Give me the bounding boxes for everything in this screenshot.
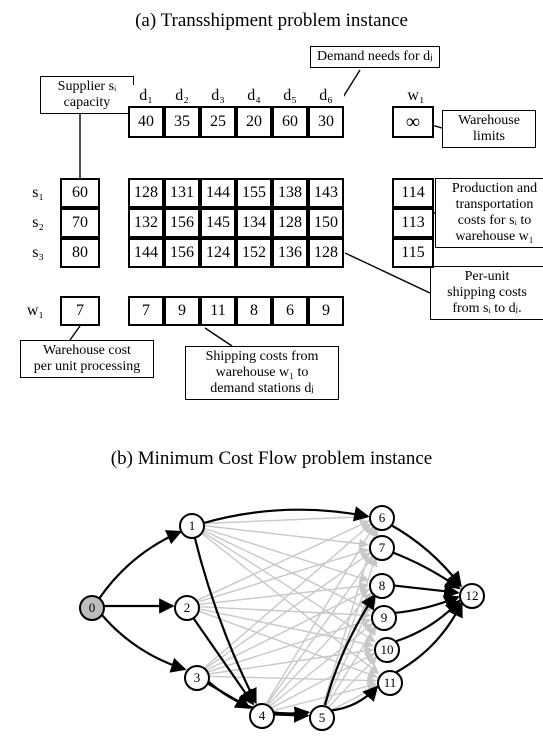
label-prod-trans: Production and transportation costs for … [435,178,543,248]
label-demand-needs: Demand needs for dⱼ [310,46,440,68]
demand-cell: 40 [128,106,164,138]
title-b: (b) Minimum Cost Flow problem instance [10,448,533,470]
cost-cell: 131 [164,178,200,208]
col-header: d₃ [200,85,236,107]
wtod-cell: 6 [272,296,308,326]
cost-cell: 128 [128,178,164,208]
cost-cell: 128 [272,208,308,238]
w-col-header: w₁ [398,85,434,107]
wtod-cell: 9 [308,296,344,326]
cost-cell: 150 [308,208,344,238]
diagram-b: 0123456789101112 [10,476,533,742]
diagram-a: Supplier sᵢ capacity Demand needs for dⱼ… [10,38,533,448]
label-w-proc: Warehouse cost per unit processing [20,340,154,378]
d-header-row: d₁ d₂ d₃ d₄ d₅ d₆ [128,85,344,107]
cost-cell: 143 [308,178,344,208]
graph-node-1: 1 [179,513,205,539]
demand-cell: 25 [200,106,236,138]
col-header: d₅ [272,85,308,107]
graph-node-10: 10 [374,637,400,663]
graph-node-2: 2 [174,595,200,621]
cost-cell: 124 [200,238,236,268]
title-a: (a) Transshipment problem instance [10,10,533,32]
cost-cell: 132 [128,208,164,238]
label-supplier-cap: Supplier sᵢ capacity [40,76,134,114]
graph-node-9: 9 [371,605,397,631]
wtod-cell: 9 [164,296,200,326]
s-rows: s₁ s₂ s₃ [22,178,50,268]
cost-cell: 145 [200,208,236,238]
cost-cell: 144 [128,238,164,268]
graph-node-7: 7 [369,535,395,561]
cost-cell: 144 [200,178,236,208]
cost-matrix: 128 131 144 155 138 143 132 156 145 134 … [128,178,344,268]
row-header: s₂ [22,208,50,238]
cost-cell: 138 [272,178,308,208]
col-header: d₄ [236,85,272,107]
cost-cell: 156 [164,238,200,268]
supply-cell: 80 [60,238,100,268]
demand-cell: 30 [308,106,344,138]
cost-cell: 156 [164,208,200,238]
col-header: d₂ [164,85,200,107]
supply-col: 60 70 80 [60,178,100,268]
demand-cell: 35 [164,106,200,138]
label-per-unit: Per-unit shipping costs from sᵢ to dⱼ. [430,266,543,320]
graph-node-11: 11 [377,670,403,696]
demand-row: 40 35 25 20 60 30 [128,106,344,138]
graph-node-12: 12 [459,583,485,609]
supply-cell: 70 [60,208,100,238]
label-w-to-d: Shipping costs from warehouse w₁ to dema… [185,346,339,400]
cost-cell: 152 [236,238,272,268]
stow-cell: 113 [392,208,434,238]
row-header: s₃ [22,238,50,268]
warehouse-limit-cell: ∞ [392,106,434,138]
graph-node-3: 3 [184,665,210,691]
graph-node-5: 5 [309,705,335,731]
label-warehouse-limits: Warehouse limits [442,110,536,148]
demand-cell: 60 [272,106,308,138]
stow-cell: 115 [392,238,434,268]
row-header: s₁ [22,178,50,208]
s-to-w-col: 114 113 115 [392,178,434,268]
graph-node-6: 6 [369,505,395,531]
wtod-cell: 8 [236,296,272,326]
cost-cell: 134 [236,208,272,238]
stow-cell: 114 [392,178,434,208]
w-row-header: w₁ [22,296,50,326]
supply-cell: 60 [60,178,100,208]
cost-cell: 155 [236,178,272,208]
graph-node-4: 4 [249,703,275,729]
w-proc-cell: 7 [60,296,100,326]
col-header: d₁ [128,85,164,107]
cost-cell: 136 [272,238,308,268]
col-header: d₆ [308,85,344,107]
demand-cell: 20 [236,106,272,138]
cost-cell: 128 [308,238,344,268]
graph-node-0: 0 [79,595,105,621]
w-to-d-row: 7 9 11 8 6 9 [128,296,344,326]
graph-node-8: 8 [369,573,395,599]
wtod-cell: 7 [128,296,164,326]
wtod-cell: 11 [200,296,236,326]
